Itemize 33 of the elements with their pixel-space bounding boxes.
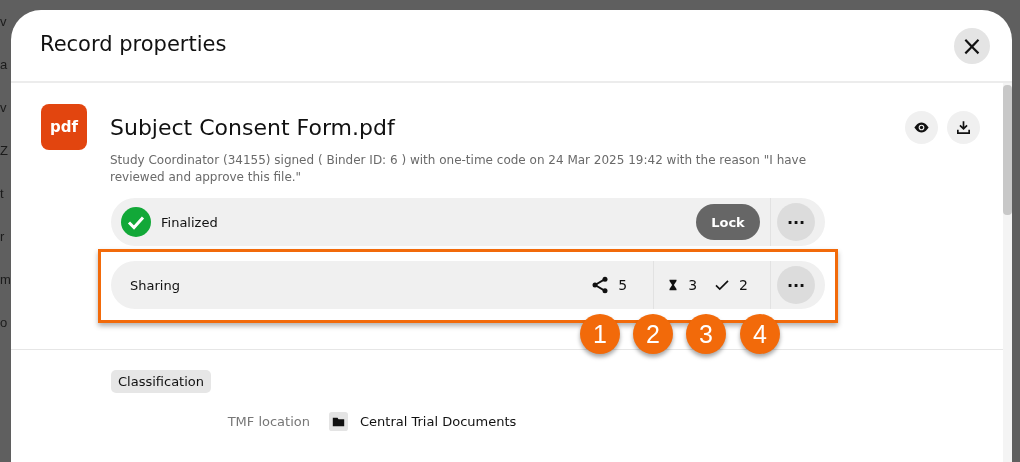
background-text: Z xyxy=(0,143,8,158)
background-text: v xyxy=(0,14,7,29)
scrollbar[interactable] xyxy=(1003,83,1012,462)
section-tag: Classification xyxy=(111,370,212,393)
count-text: 5 xyxy=(618,277,628,293)
background-text: o xyxy=(0,315,8,330)
folder-icon xyxy=(329,412,348,431)
more-button[interactable]: ··· xyxy=(777,266,815,304)
count-text: 3 xyxy=(688,277,698,293)
status-label: Finalized xyxy=(161,214,218,230)
download-button[interactable] xyxy=(947,111,980,144)
pdf-file-icon: pdf xyxy=(41,104,87,150)
field-label: TMF location xyxy=(226,414,310,429)
background-text: r xyxy=(0,229,5,244)
close-button[interactable]: × xyxy=(954,27,990,64)
number-badge: 3 xyxy=(686,314,726,354)
background-text: t xyxy=(0,186,4,201)
dialog-title: Record properties xyxy=(40,31,228,58)
number-badge: 1 xyxy=(580,314,620,354)
signature-text: Study Coordinator (34155) signed ( Binder ID: 6 ) with one-time code on 24 Mar 2025 19:42 with the reason "I have reviewed and approve this file." xyxy=(110,152,808,186)
lock-button[interactable]: Lock xyxy=(696,204,760,240)
number-badge: 2 xyxy=(633,314,673,354)
download-icon xyxy=(955,119,972,136)
background-text: a xyxy=(0,57,8,72)
preview-button[interactable] xyxy=(905,111,938,144)
count-text: 2 xyxy=(739,277,748,293)
file-name: Subject Consent Form.pdf xyxy=(110,115,397,140)
sharing-label: Sharing xyxy=(130,277,180,293)
background-text: m xyxy=(0,272,11,287)
field-value: Central Trial Documents xyxy=(360,414,517,429)
more-button[interactable]: ··· xyxy=(777,203,815,241)
number-badge: 4 xyxy=(740,314,780,354)
background-text: v xyxy=(0,100,7,115)
